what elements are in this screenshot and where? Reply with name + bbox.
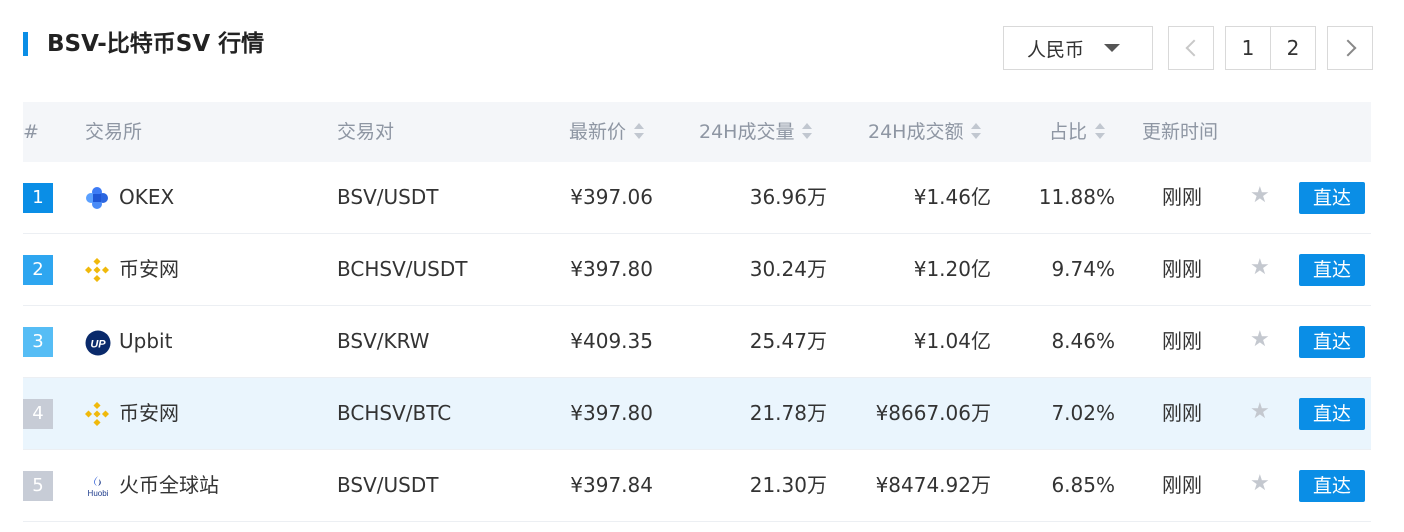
table-row: 3 UP Upbit BSV/KRW ¥409.35 25.47万 ¥1.04亿 8.46% 刚…	[23, 306, 1371, 378]
page-1-button[interactable]: 1	[1225, 26, 1271, 70]
latest-price: ¥409.35	[570, 329, 653, 353]
star-icon[interactable]: ★	[1250, 473, 1272, 495]
updated-time: 刚刚	[1162, 401, 1202, 425]
volume-24h: 25.47万	[749, 329, 827, 353]
okex-logo-icon	[85, 186, 109, 210]
exchange-name[interactable]: 火币全球站	[119, 450, 219, 521]
chevron-right-icon	[1339, 39, 1356, 57]
svg-text:UP: UP	[90, 339, 106, 351]
svg-text:Huobi: Huobi	[88, 489, 109, 498]
binance-logo-icon	[84, 401, 110, 427]
go-button[interactable]: 直达	[1299, 182, 1365, 214]
col-rank: #	[23, 121, 39, 143]
col-exchange: 交易所	[85, 121, 143, 143]
sort-icon	[634, 122, 645, 139]
sort-icon	[1095, 122, 1106, 139]
trading-pair[interactable]: BSV/USDT	[337, 450, 438, 521]
share-percent: 11.88%	[1038, 185, 1115, 209]
share-percent: 8.46%	[1051, 329, 1115, 353]
amount-24h: ¥1.04亿	[913, 329, 991, 353]
page-title: BSV-比特币SV 行情	[47, 31, 265, 57]
amount-24h: ¥8474.92万	[875, 473, 991, 497]
col-updated: 更新时间	[1142, 121, 1219, 143]
volume-24h: 21.78万	[749, 401, 827, 425]
col-amount[interactable]: 24H成交额	[868, 102, 982, 162]
volume-24h: 36.96万	[749, 185, 827, 209]
share-percent: 6.85%	[1051, 473, 1115, 497]
go-button[interactable]: 直达	[1299, 398, 1365, 430]
table-row: 4 币安网 BCHSV/BTC ¥397.80 21.78万 ¥8667.06万 7.02%…	[23, 378, 1371, 450]
upbit-logo-icon: UP	[85, 330, 111, 356]
currency-select-value: 人民币	[1027, 38, 1085, 61]
col-amount-label: 24H成交额	[868, 121, 964, 143]
binance-logo-icon	[84, 257, 110, 283]
prev-page-button[interactable]	[1168, 26, 1214, 70]
rank-badge: 3	[23, 327, 53, 357]
volume-24h: 30.24万	[749, 257, 827, 281]
trading-pair[interactable]: BCHSV/BTC	[337, 378, 451, 449]
sort-icon	[802, 122, 813, 139]
exchange-name[interactable]: OKEX	[119, 162, 174, 233]
go-button[interactable]: 直达	[1299, 470, 1365, 502]
updated-time: 刚刚	[1162, 329, 1202, 353]
amount-24h: ¥1.20亿	[913, 257, 991, 281]
trading-pair[interactable]: BSV/USDT	[337, 162, 438, 233]
col-share-label: 占比	[1049, 121, 1088, 143]
col-price-label: 最新价	[569, 121, 627, 143]
share-percent: 9.74%	[1051, 257, 1115, 281]
volume-24h: 21.30万	[749, 473, 827, 497]
go-button[interactable]: 直达	[1299, 254, 1365, 286]
rank-badge: 5	[23, 471, 53, 501]
rank-badge: 2	[23, 255, 53, 285]
next-page-button[interactable]	[1327, 26, 1373, 70]
star-icon[interactable]: ★	[1250, 401, 1272, 423]
latest-price: ¥397.80	[570, 401, 653, 425]
go-button[interactable]: 直达	[1299, 326, 1365, 358]
star-icon[interactable]: ★	[1250, 185, 1272, 207]
latest-price: ¥397.06	[570, 185, 653, 209]
star-icon[interactable]: ★	[1250, 329, 1272, 351]
col-pair: 交易对	[337, 121, 395, 143]
currency-select[interactable]: 人民币	[1003, 26, 1153, 70]
rank-badge: 4	[23, 399, 53, 429]
star-icon[interactable]: ★	[1250, 257, 1272, 279]
col-volume-label: 24H成交量	[699, 121, 795, 143]
trading-pair[interactable]: BCHSV/USDT	[337, 234, 467, 305]
exchange-name[interactable]: 币安网	[119, 378, 179, 449]
col-volume[interactable]: 24H成交量	[699, 102, 813, 162]
caret-down-icon	[1104, 44, 1120, 52]
sort-icon	[971, 122, 982, 139]
title-accent-bar	[23, 32, 28, 56]
table-header: # 交易所 交易对 最新价 24H成交量 24H成交额 占比 更新时间	[23, 102, 1371, 162]
page-2-button[interactable]: 2	[1270, 26, 1316, 70]
latest-price: ¥397.84	[570, 473, 653, 497]
rank-badge: 1	[23, 183, 53, 213]
col-share[interactable]: 占比	[1049, 102, 1106, 162]
chevron-left-icon	[1185, 39, 1202, 57]
updated-time: 刚刚	[1162, 257, 1202, 281]
huobi-logo-icon: Huobi	[85, 474, 109, 498]
trading-pair[interactable]: BSV/KRW	[337, 306, 429, 377]
amount-24h: ¥1.46亿	[913, 185, 991, 209]
exchange-name[interactable]: Upbit	[119, 306, 172, 377]
table-row: 1 OKEX BSV/USDT ¥397.06 36.96万 ¥1.46亿 11.88% 刚刚…	[23, 162, 1371, 234]
share-percent: 7.02%	[1051, 401, 1115, 425]
amount-24h: ¥8667.06万	[875, 401, 991, 425]
exchange-name[interactable]: 币安网	[119, 234, 179, 305]
table-row: 5 Huobi 火币全球站 BSV/USDT ¥397.84 21.30万 ¥8474.92…	[23, 450, 1371, 522]
table-row: 2 币安网 BCHSV/USDT ¥397.80 30.24万 ¥1.20亿 9.74% 刚刚…	[23, 234, 1371, 306]
latest-price: ¥397.80	[570, 257, 653, 281]
updated-time: 刚刚	[1162, 473, 1202, 497]
col-price[interactable]: 最新价	[569, 102, 645, 162]
updated-time: 刚刚	[1162, 185, 1202, 209]
